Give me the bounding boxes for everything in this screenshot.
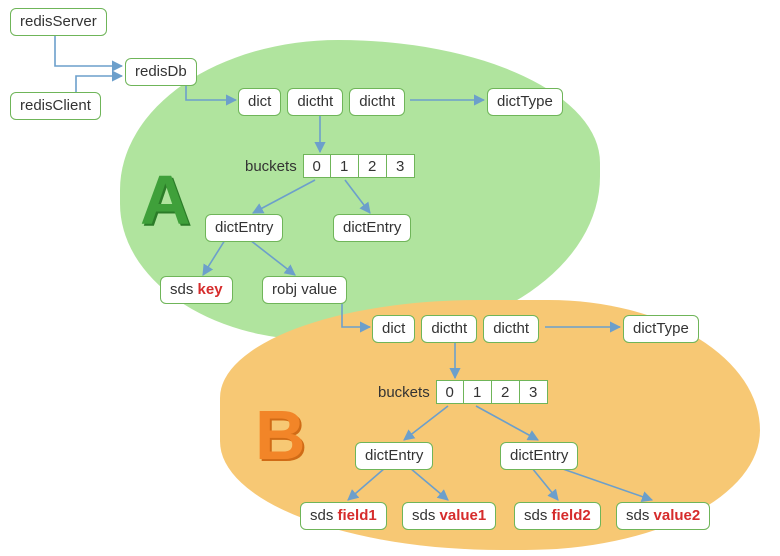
- text-b-f1-prefix: sds: [310, 507, 338, 524]
- cell-b-bucket-0: 0: [436, 380, 464, 404]
- node-redis-server: redisServer: [10, 8, 107, 36]
- text-a-sds-prefix: sds: [170, 281, 198, 298]
- arrow-layer: [0, 0, 780, 556]
- node-b-dict-entry-2: dictEntry: [500, 442, 578, 470]
- text-b-field2: field2: [552, 507, 591, 524]
- node-a-dictht-1: dictht: [287, 88, 343, 116]
- cell-b-bucket-1: 1: [464, 380, 492, 404]
- node-redis-client: redisClient: [10, 92, 101, 120]
- text-b-v2-prefix: sds: [626, 507, 654, 524]
- text-b-v1-prefix: sds: [412, 507, 440, 524]
- node-a-sds-key: sds key: [160, 276, 233, 304]
- node-b-sds-value2: sds value2: [616, 502, 710, 530]
- node-b-dict-entry-1: dictEntry: [355, 442, 433, 470]
- node-a-dict-entry-1: dictEntry: [205, 214, 283, 242]
- node-a-dict: dict: [238, 88, 281, 116]
- group-a-dict: dict dictht dictht: [238, 88, 405, 116]
- node-redis-db: redisDb: [125, 58, 197, 86]
- node-b-sds-field2: sds field2: [514, 502, 601, 530]
- node-b-dict-type: dictType: [623, 315, 699, 343]
- text-a-key: key: [198, 281, 223, 298]
- text-b-field1: field1: [338, 507, 377, 524]
- cell-a-bucket-2: 2: [359, 154, 387, 178]
- text-a-value: value: [301, 281, 337, 298]
- text-b-f2-prefix: sds: [524, 507, 552, 524]
- text-b-value1: value1: [440, 507, 487, 524]
- cell-a-bucket-1: 1: [331, 154, 359, 178]
- row-b-buckets: buckets 0 1 2 3: [378, 380, 548, 404]
- cell-b-bucket-2: 2: [492, 380, 520, 404]
- node-a-dictht-2: dictht: [349, 88, 405, 116]
- node-a-dict-entry-2: dictEntry: [333, 214, 411, 242]
- label-a-buckets: buckets: [245, 158, 297, 175]
- text-b-value2: value2: [654, 507, 701, 524]
- cell-b-bucket-3: 3: [520, 380, 548, 404]
- node-b-dictht-2: dictht: [483, 315, 539, 343]
- node-b-dictht-1: dictht: [421, 315, 477, 343]
- node-a-robj-value: robj value: [262, 276, 347, 304]
- node-b-sds-value1: sds value1: [402, 502, 496, 530]
- node-b-dict: dict: [372, 315, 415, 343]
- node-a-dict-type: dictType: [487, 88, 563, 116]
- node-b-sds-field1: sds field1: [300, 502, 387, 530]
- cell-a-bucket-3: 3: [387, 154, 415, 178]
- group-b-dict: dict dictht dictht: [372, 315, 539, 343]
- text-a-robj-prefix: robj: [272, 281, 301, 298]
- row-a-buckets: buckets 0 1 2 3: [245, 154, 415, 178]
- cell-a-bucket-0: 0: [303, 154, 331, 178]
- label-b-buckets: buckets: [378, 384, 430, 401]
